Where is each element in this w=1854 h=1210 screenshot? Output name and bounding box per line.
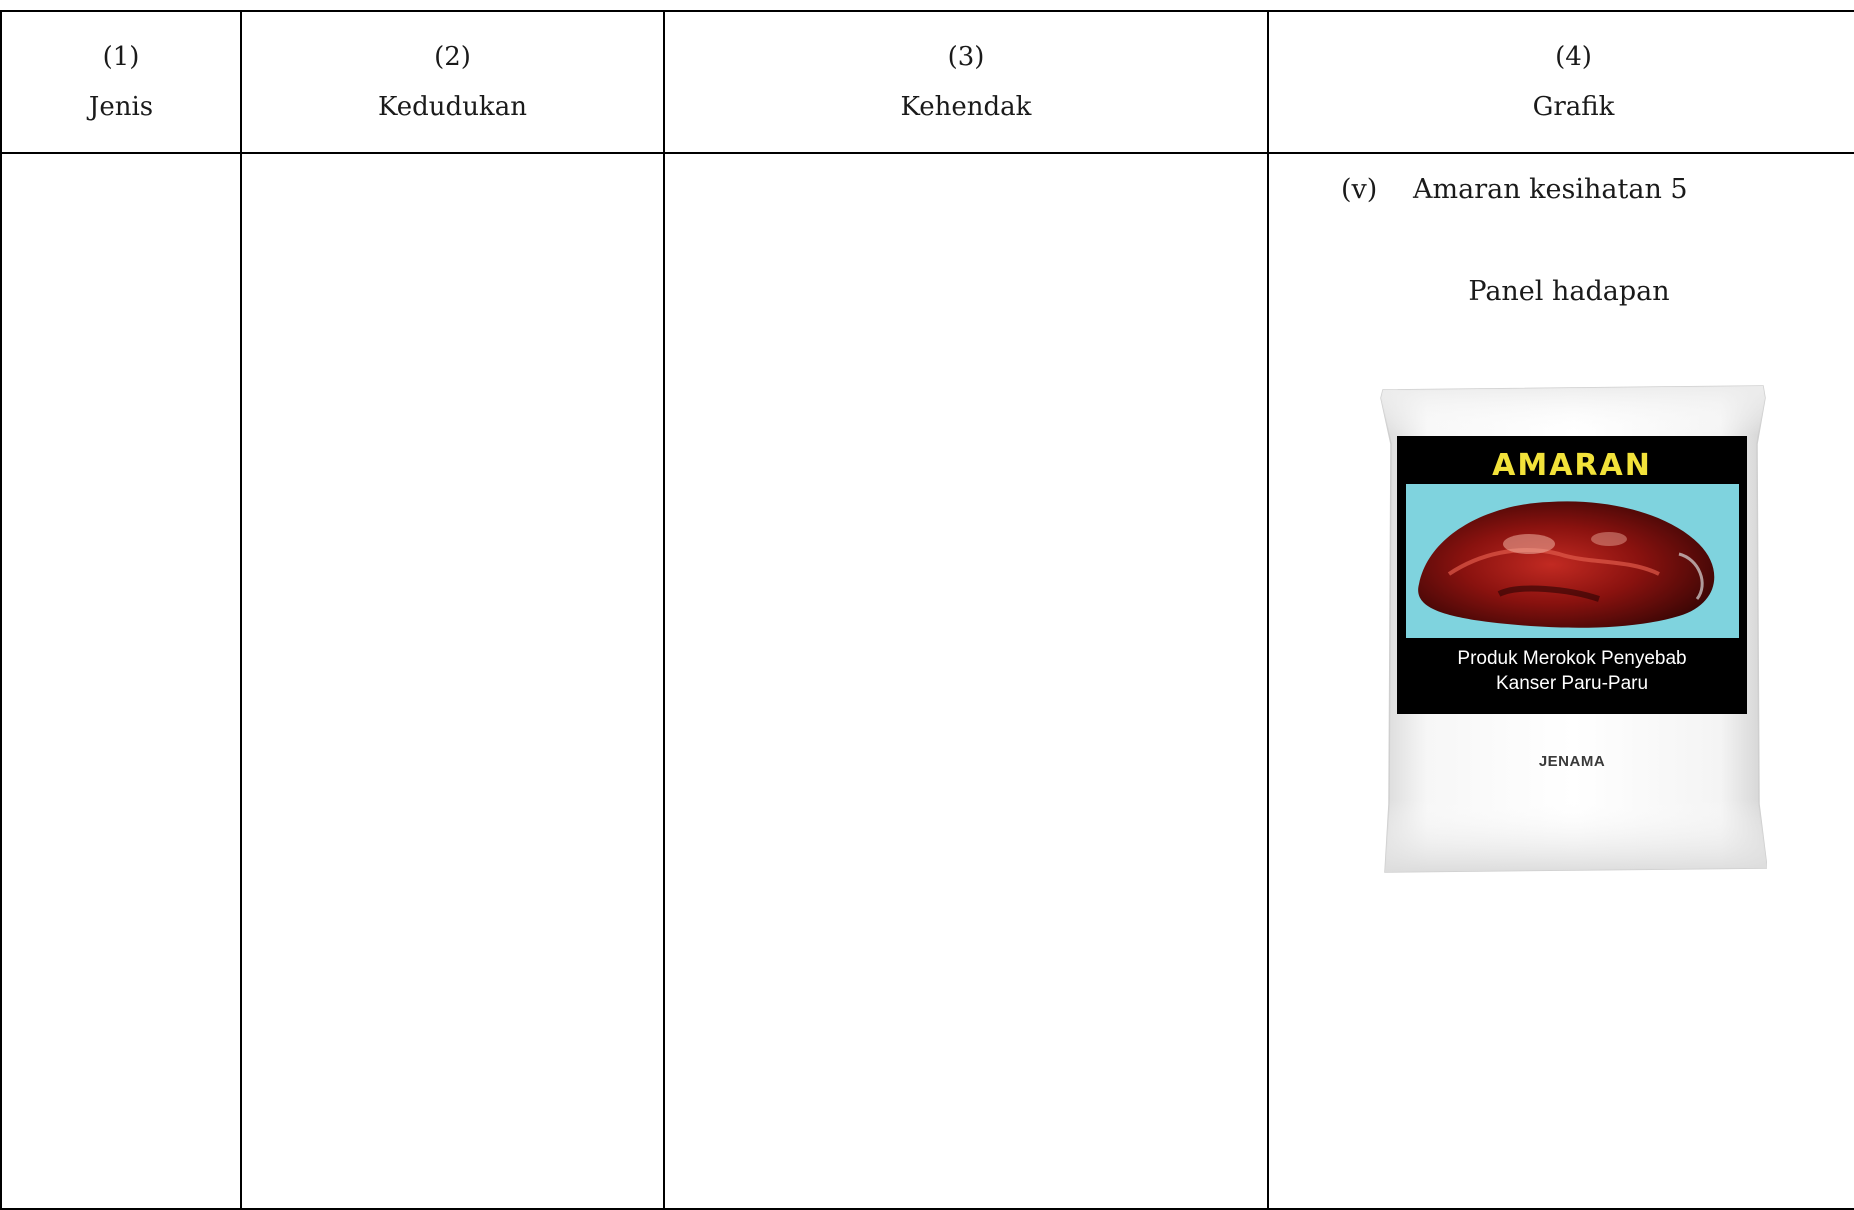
- pack-graphic: AMARAN Produk Merokok Penyebab Kanser Pa…: [1380, 385, 1767, 873]
- cell-grafik: (v) Amaran kesihatan 5 Panel hadapan AMA…: [1267, 152, 1854, 1210]
- grafik-item-label: Amaran kesihatan 5: [1413, 174, 1688, 205]
- cell-kehendak: [663, 152, 1269, 1210]
- cell-jenis: [0, 152, 242, 1210]
- body-row: (v) Amaran kesihatan 5 Panel hadapan AMA…: [0, 152, 1854, 1210]
- header-jenis-label: Jenis: [88, 92, 154, 122]
- warning-heading: AMARAN: [1492, 448, 1652, 483]
- header-grafik-label: Grafik: [1532, 92, 1615, 122]
- grafik-item: (v) Amaran kesihatan 5: [1341, 174, 1688, 205]
- header-row: (1) Jenis (2) Kedudukan (3) Kehendak (4)…: [0, 10, 1854, 154]
- header-jenis-number: (1): [102, 42, 140, 72]
- cell-kedudukan: [240, 152, 665, 1210]
- spec-table: (1) Jenis (2) Kedudukan (3) Kehendak (4)…: [0, 10, 1854, 1210]
- header-kedudukan-number: (2): [434, 42, 471, 72]
- header-kedudukan-label: Kedudukan: [378, 92, 527, 122]
- header-jenis: (1) Jenis: [0, 10, 242, 154]
- header-kehendak-number: (3): [947, 42, 985, 72]
- header-kedudukan: (2) Kedudukan: [240, 10, 665, 154]
- panel-title: Panel hadapan: [1468, 276, 1670, 307]
- header-kehendak-label: Kehendak: [900, 92, 1032, 122]
- warning-text-line2: Kanser Paru-Paru: [1496, 673, 1648, 694]
- cigarette-pack-illustration: AMARAN Produk Merokok Penyebab Kanser Pa…: [1379, 384, 1767, 874]
- brand-name: JENAMA: [1539, 753, 1605, 770]
- header-kehendak: (3) Kehendak: [663, 10, 1269, 154]
- header-grafik-number: (4): [1555, 42, 1592, 72]
- warning-text-line1: Produk Merokok Penyebab: [1457, 648, 1686, 669]
- header-grafik: (4) Grafik: [1267, 10, 1854, 154]
- grafik-item-number: (v): [1341, 174, 1378, 205]
